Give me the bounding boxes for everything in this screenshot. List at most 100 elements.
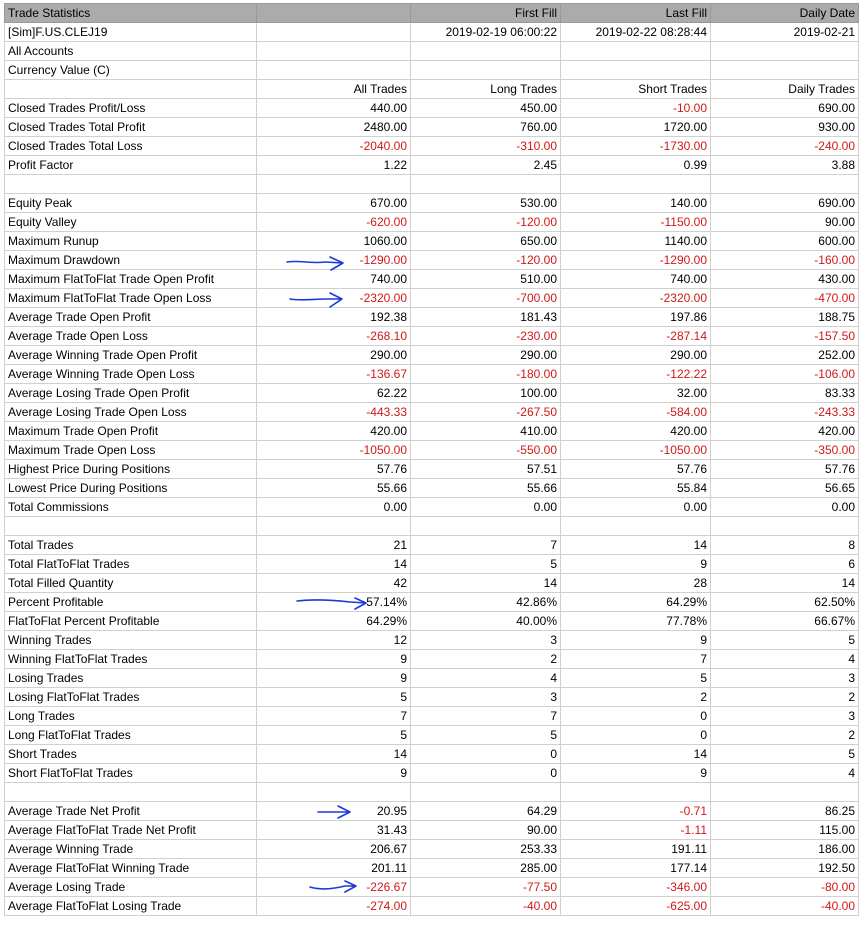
value-cell: 66.67%	[710, 611, 859, 631]
value-cell: 740.00	[256, 269, 411, 289]
value-cell: 5	[410, 725, 561, 745]
value-cell: 0.99	[560, 155, 711, 175]
row-label-cell: Average Trade Open Profit	[4, 307, 257, 327]
row-label-cell: Equity Peak	[4, 193, 257, 213]
spacer-row	[4, 174, 859, 194]
value-cell: 5	[710, 744, 859, 764]
row-label-cell: Total FlatToFlat Trades	[4, 554, 257, 574]
value-cell: 55.84	[560, 478, 711, 498]
row-label-cell: All Accounts	[4, 41, 257, 61]
row-label-cell	[4, 79, 257, 99]
value-cell: 7	[256, 706, 411, 726]
value-cell: 9	[560, 554, 711, 574]
value-cell: 64.29%	[560, 592, 711, 612]
value-cell: 9	[256, 763, 411, 783]
table-row: Average Trade Open Profit 192.38 181.43 197…	[4, 307, 859, 327]
trade-statistics-table: Trade Statistics First Fill Last Fill Daily…	[4, 3, 859, 916]
value-cell: -1290.00	[560, 250, 711, 270]
table-row: FlatToFlat Percent Profitable 64.29% 40.00…	[4, 611, 859, 631]
value-cell: 14	[256, 554, 411, 574]
row-label-cell: Maximum Trade Open Loss	[4, 440, 257, 460]
table-row: Profit Factor 1.22 2.45 0.99 3.88	[4, 155, 859, 175]
table-row: Maximum FlatToFlat Trade Open Profit 740.…	[4, 269, 859, 289]
value-cell: 177.14	[560, 858, 711, 878]
value-cell: 2	[710, 687, 859, 707]
row-label-cell: Total Filled Quantity	[4, 573, 257, 593]
value-cell: 32.00	[560, 383, 711, 403]
header-row: Trade Statistics First Fill Last Fill Daily…	[4, 3, 859, 23]
table-row: Average Trade Open Loss -268.10 -230.00 -28…	[4, 326, 859, 346]
value-cell: -2040.00	[256, 136, 411, 156]
value-cell: Last Fill	[560, 3, 711, 23]
value-cell: -310.00	[410, 136, 561, 156]
value-cell: 9	[256, 649, 411, 669]
value-cell: 4	[710, 649, 859, 669]
table-row: Maximum Drawdown -1290.00 -120.00 -1290.00-…	[4, 250, 859, 270]
table-row: Maximum Runup 1060.00 650.00 1140.00 600.00	[4, 231, 859, 251]
table-row: Average Losing Trade Open Loss -443.33 -26…	[4, 402, 859, 422]
value-cell: -1150.00	[560, 212, 711, 232]
info-row: Currency Value (C)	[4, 60, 859, 80]
value-cell: 8	[710, 535, 859, 555]
table-row: Maximum Trade Open Profit 420.00 410.00 420…	[4, 421, 859, 441]
value-cell: 6	[710, 554, 859, 574]
value-cell: 2.45	[410, 155, 561, 175]
value-cell: -584.00	[560, 402, 711, 422]
value-cell	[560, 41, 711, 61]
value-cell	[560, 60, 711, 80]
row-label-cell: Closed Trades Total Profit	[4, 117, 257, 137]
value-cell: -268.10	[256, 326, 411, 346]
table-row: Maximum FlatToFlat Trade Open Loss -2320.…	[4, 288, 859, 308]
value-cell: 14	[410, 573, 561, 593]
value-cell: 0.00	[410, 497, 561, 517]
value-cell: 1140.00	[560, 231, 711, 251]
value-cell: -274.00	[256, 896, 411, 916]
value-cell: -243.33	[710, 402, 859, 422]
row-label-cell: Average Losing Trade Open Profit	[4, 383, 257, 403]
table-row: Winning Trades 12 3 9 5	[4, 630, 859, 650]
table-row: Closed Trades Profit/Loss 440.00 450.00 -10…	[4, 98, 859, 118]
value-cell: 181.43	[410, 307, 561, 327]
value-cell: 740.00	[560, 269, 711, 289]
value-cell: 7	[410, 535, 561, 555]
value-cell: 9	[256, 668, 411, 688]
value-cell: 62.50%	[710, 592, 859, 612]
table-row: Total Trades 21 7 14 8	[4, 535, 859, 555]
value-cell: -106.00	[710, 364, 859, 384]
table-row: Equity Valley -620.00 -120.00 -1150.00 90.00	[4, 212, 859, 232]
table-row: Lowest Price During Positions 55.66 55.66 5…	[4, 478, 859, 498]
value-cell: 192.38	[256, 307, 411, 327]
value-cell	[710, 60, 859, 80]
value-cell: 40.00%	[410, 611, 561, 631]
table-row: Short FlatToFlat Trades 9 0 9 4	[4, 763, 859, 783]
value-cell: -1730.00	[560, 136, 711, 156]
value-cell: 31.43	[256, 820, 411, 840]
row-label-cell: Total Commissions	[4, 497, 257, 517]
value-cell: 0	[560, 706, 711, 726]
value-cell: 430.00	[710, 269, 859, 289]
value-cell: 290.00	[410, 345, 561, 365]
spacer-row	[4, 782, 859, 802]
value-cell: 90.00	[710, 212, 859, 232]
value-cell: -80.00	[710, 877, 859, 897]
value-cell: 0	[560, 725, 711, 745]
table-row: Maximum Trade Open Loss -1050.00 -550.00 -1…	[4, 440, 859, 460]
value-cell	[256, 22, 411, 42]
value-cell: -350.00	[710, 440, 859, 460]
value-cell	[256, 3, 411, 23]
value-cell: 191.11	[560, 839, 711, 859]
value-cell: 0.00	[256, 497, 411, 517]
value-cell: 83.33	[710, 383, 859, 403]
row-label-cell: Average Winning Trade	[4, 839, 257, 859]
value-cell: 1060.00	[256, 231, 411, 251]
value-cell: 14	[256, 744, 411, 764]
value-cell: 5	[410, 554, 561, 574]
value-cell: 600.00	[710, 231, 859, 251]
table-row: Average Losing Trade -226.67 -77.50 -346.00…	[4, 877, 859, 897]
value-cell: 188.75	[710, 307, 859, 327]
value-cell: 14	[560, 535, 711, 555]
value-cell	[410, 41, 561, 61]
row-label-cell: Highest Price During Positions	[4, 459, 257, 479]
value-cell: Long Trades	[410, 79, 561, 99]
value-cell: -443.33	[256, 402, 411, 422]
